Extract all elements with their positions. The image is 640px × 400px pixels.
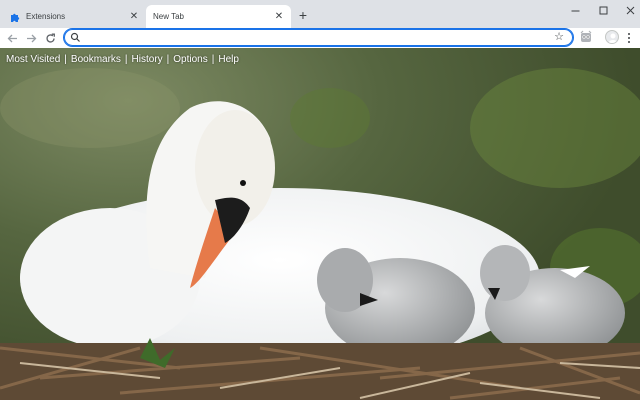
bookmark-star-icon[interactable]: ☆ [553, 31, 565, 43]
tab-extensions[interactable]: Extensions ✕ [0, 5, 146, 28]
omnibox[interactable]: ☆ [63, 28, 574, 47]
menu-dot-icon [628, 33, 630, 35]
extension-icon[interactable] [579, 30, 593, 44]
close-tab-icon[interactable]: ✕ [273, 11, 285, 23]
separator: | [211, 54, 215, 65]
link-history[interactable]: History [132, 54, 163, 65]
link-most-visited[interactable]: Most Visited [6, 54, 60, 65]
back-button[interactable] [4, 30, 20, 46]
arrow-left-icon [7, 34, 17, 42]
separator: | [166, 54, 170, 65]
chrome-menu-button[interactable] [624, 30, 634, 46]
forward-button[interactable] [23, 30, 39, 46]
minimize-icon [571, 10, 579, 11]
background-photo [0, 68, 640, 400]
separator: | [124, 54, 128, 65]
maximize-icon [599, 6, 607, 14]
minimize-button[interactable] [567, 3, 583, 17]
reload-icon [45, 33, 55, 43]
reload-button[interactable] [42, 30, 58, 46]
new-tab-button[interactable]: + [295, 7, 311, 23]
newtab-links: Most Visited | Bookmarks | History | Options | H… [6, 54, 239, 65]
address-input[interactable] [84, 31, 534, 44]
search-icon [70, 32, 80, 42]
new-tab-page: Most Visited | Bookmarks | History | Options | H… [0, 48, 640, 400]
close-tab-icon[interactable]: ✕ [128, 11, 140, 23]
menu-dot-icon [628, 41, 630, 43]
tab-label: New Tab [153, 12, 184, 21]
arrow-right-icon [26, 34, 36, 42]
extension-owl-icon [580, 30, 592, 42]
link-bookmarks[interactable]: Bookmarks [71, 54, 121, 65]
link-options[interactable]: Options [173, 54, 207, 65]
maximize-button[interactable] [595, 3, 611, 17]
person-icon [608, 33, 618, 43]
window-close-button[interactable] [622, 3, 638, 17]
separator: | [64, 54, 67, 65]
tab-label: Extensions [26, 12, 66, 21]
tab-strip: Extensions ✕ New Tab ✕ + [0, 0, 640, 28]
link-help[interactable]: Help [218, 54, 239, 65]
puzzle-icon [10, 12, 20, 22]
tab-new-tab[interactable]: New Tab ✕ [146, 5, 291, 28]
profile-avatar[interactable] [605, 30, 619, 44]
menu-dot-icon [628, 37, 630, 39]
close-icon [626, 6, 634, 14]
toolbar: ☆ [0, 28, 640, 48]
